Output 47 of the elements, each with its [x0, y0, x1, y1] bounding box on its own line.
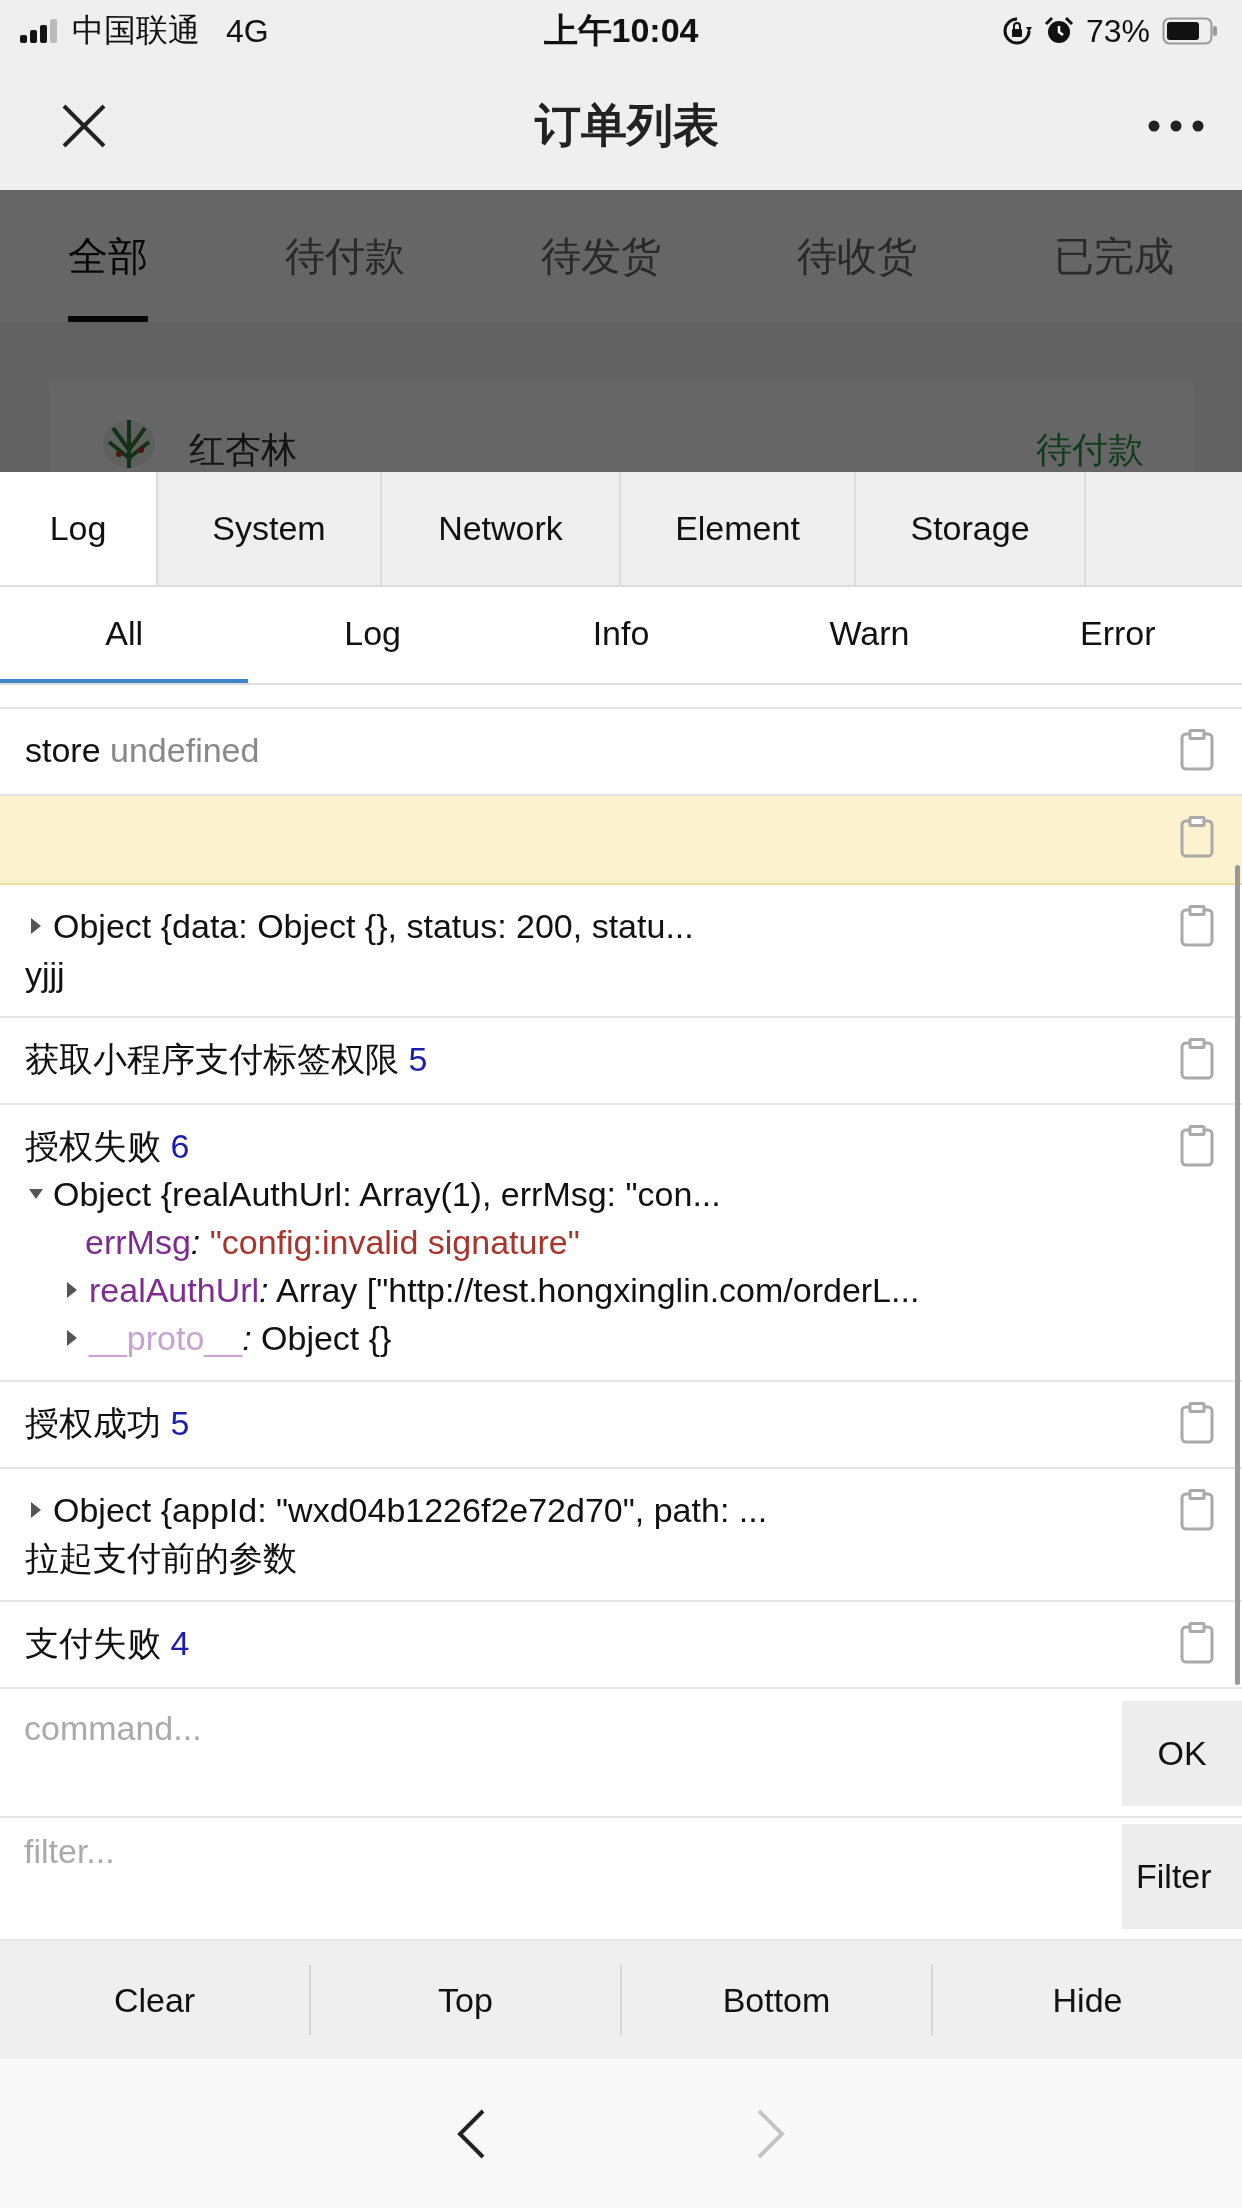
signal-icon	[20, 19, 60, 43]
console-action-button[interactable]: Bottom	[622, 1965, 933, 2035]
carrier-name: 中国联通	[72, 11, 200, 50]
rotation-lock-icon	[1001, 16, 1032, 46]
log-text: 授权成功 5	[25, 1403, 190, 1444]
back-icon[interactable]	[456, 2107, 486, 2160]
console-action-button[interactable]: Hide	[933, 1965, 1242, 2035]
log-text: 拉起支付前的参数	[25, 1538, 298, 1579]
object-property: realAuthUrl: Array ["http://test.hongxinglin.com/orderL...	[89, 1270, 920, 1311]
expand-arrow-icon[interactable]	[29, 917, 43, 935]
console-tab[interactable]: Log	[0, 472, 158, 585]
object-summary[interactable]: Object {appId: "wxd04b1226f2e72d70", path: ...	[53, 1486, 768, 1534]
battery-percent: 73%	[1085, 12, 1150, 50]
page-title: 订单列表	[535, 98, 719, 153]
network-type: 4G	[226, 12, 269, 50]
log-text: 授权失败 6	[25, 1126, 191, 1167]
copy-icon[interactable]	[1180, 905, 1214, 947]
expand-arrow-icon[interactable]	[29, 1501, 43, 1519]
object-summary[interactable]: Object {realAuthUrl: Array(1), errMsg: "con...	[53, 1170, 721, 1218]
log-text: 支付失败 4	[25, 1623, 190, 1664]
shop-name: 红杏林	[189, 428, 298, 472]
close-icon[interactable]	[62, 104, 106, 148]
copy-icon[interactable]	[1180, 1125, 1214, 1167]
alarm-icon	[1043, 16, 1074, 46]
copy-icon[interactable]	[1180, 1038, 1214, 1080]
object-property: errMsg: "config:invalid signature"	[85, 1222, 580, 1263]
filter-button[interactable]: Filter	[1122, 1824, 1242, 1929]
copy-icon[interactable]	[1180, 1622, 1214, 1664]
copy-icon[interactable]	[1180, 729, 1214, 771]
log-text: 获取小程序支付标签权限 5	[25, 1039, 428, 1080]
copy-icon[interactable]	[1180, 1489, 1214, 1531]
order-tab[interactable]: 全部	[68, 190, 149, 322]
more-icon[interactable]	[1148, 120, 1204, 132]
copy-icon[interactable]	[1180, 816, 1214, 858]
copy-icon[interactable]	[1180, 1402, 1214, 1444]
console-action-button[interactable]: Top	[311, 1965, 622, 2035]
log-text: store undefined	[25, 730, 260, 771]
ok-button[interactable]: OK	[1122, 1701, 1242, 1806]
object-property: __proto__: Object {}	[89, 1318, 392, 1359]
expand-arrow-icon[interactable]	[65, 1329, 79, 1347]
clock-time: 上午10:04	[543, 10, 699, 51]
console-action-button[interactable]: Clear	[0, 1965, 311, 2035]
log-text: yjjj	[25, 954, 66, 995]
battery-icon	[1162, 17, 1218, 45]
object-summary[interactable]: Object {data: Object {}, status: 200, statu...	[53, 902, 694, 950]
expand-arrow-icon[interactable]	[65, 1281, 79, 1299]
order-status: 待付款	[1036, 428, 1144, 472]
